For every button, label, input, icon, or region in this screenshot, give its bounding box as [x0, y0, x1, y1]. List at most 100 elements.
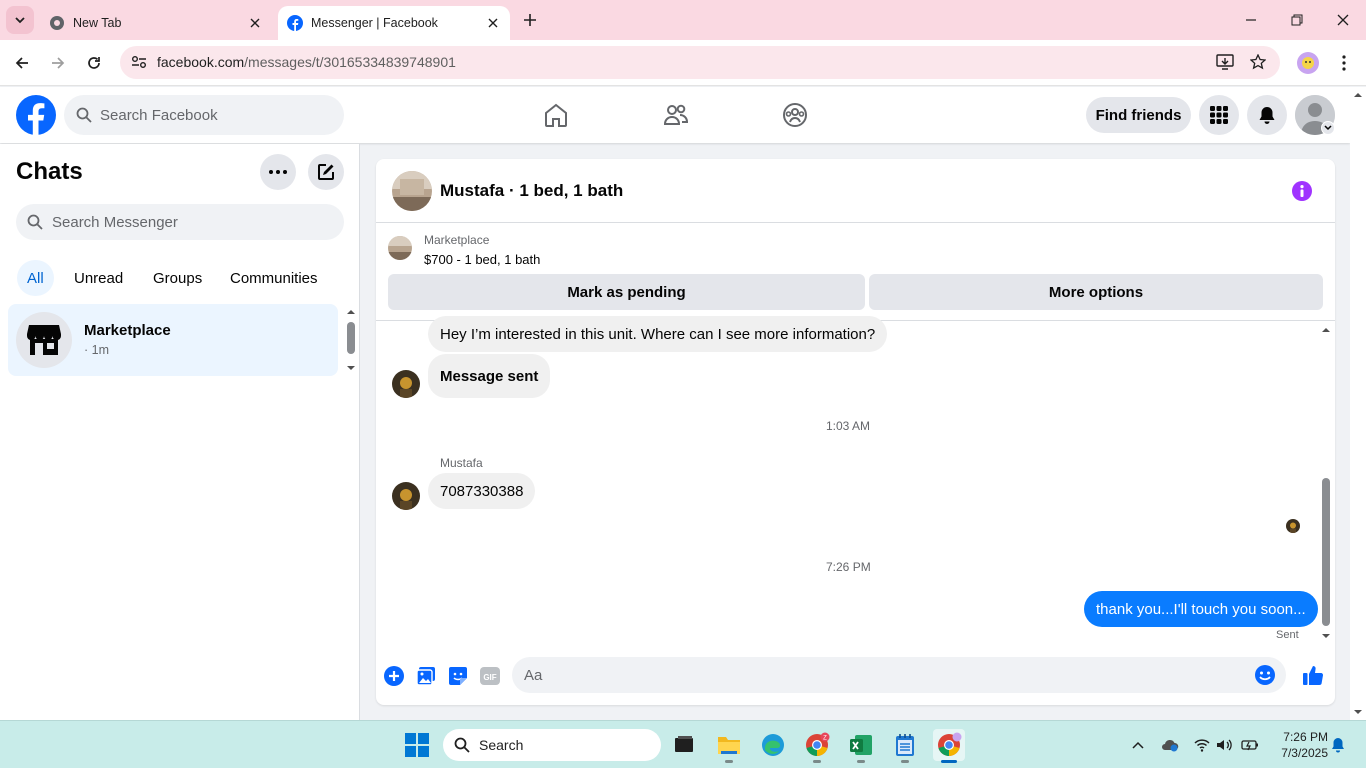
onedrive-tray-icon[interactable] [1160, 735, 1180, 755]
taskbar-search[interactable]: Search [443, 729, 661, 761]
filter-communities[interactable]: Communities [220, 260, 328, 296]
filter-groups[interactable]: Groups [143, 260, 212, 296]
conversation-title[interactable]: Mustafa · 1 bed, 1 bath [440, 181, 623, 201]
conversation-avatar[interactable] [392, 171, 432, 211]
show-hidden-icons-button[interactable] [1128, 735, 1148, 755]
taskbar-app-excel[interactable] [845, 729, 877, 763]
home-nav-button[interactable] [542, 101, 570, 129]
user-photo-icon [1286, 519, 1300, 533]
taskbar-app-task-view[interactable] [668, 729, 700, 761]
new-message-button[interactable] [308, 154, 344, 190]
windows-start-icon[interactable] [405, 733, 429, 757]
info-icon [1300, 185, 1304, 197]
conversation-info-button[interactable] [1292, 181, 1312, 201]
battery-tray-icon[interactable] [1240, 735, 1260, 755]
install-app-icon[interactable] [1214, 51, 1236, 73]
filter-unread[interactable]: Unread [64, 260, 133, 296]
plus-circle-icon [384, 666, 404, 686]
facebook-search[interactable] [64, 95, 344, 135]
taskbar-app-chrome-profile[interactable]: Z [801, 729, 833, 763]
reload-button[interactable] [82, 51, 106, 75]
speaker-icon [1217, 739, 1232, 751]
site-info-icon[interactable] [128, 51, 150, 73]
chats-sidebar: Chats All Unread Groups Communities Mark… [0, 144, 360, 720]
windows-taskbar: Search Z 7:26 PM 7/3/2025 [0, 720, 1366, 768]
notifications-button[interactable] [1247, 95, 1287, 135]
message-bubble[interactable]: 7087330388 [428, 473, 536, 509]
taskbar-app-notepad[interactable] [889, 729, 921, 763]
more-options-button[interactable]: More options [869, 274, 1323, 310]
scroll-thumb[interactable] [1322, 478, 1330, 626]
message-bubble[interactable]: Hey I’m interested in this unit. Where c… [428, 316, 888, 352]
filter-all[interactable]: All [17, 260, 54, 296]
message-list-scrollbar[interactable] [1319, 322, 1333, 650]
taskbar-app-chrome-active[interactable] [933, 729, 965, 763]
bookmark-star-icon[interactable] [1247, 51, 1269, 73]
friends-icon [663, 104, 689, 125]
taskbar-app-edge[interactable] [757, 729, 789, 761]
arrow-right-icon [52, 57, 65, 69]
listing-thumbnail[interactable] [388, 236, 412, 260]
volume-tray-icon[interactable] [1214, 735, 1234, 755]
sender-avatar[interactable] [392, 482, 420, 510]
close-window-button[interactable] [1331, 8, 1355, 32]
more-actions-button[interactable] [383, 665, 405, 687]
attach-media-button[interactable] [415, 665, 437, 687]
menu-button[interactable] [1199, 95, 1239, 135]
profile-avatar-icon[interactable] [1297, 52, 1319, 74]
close-tab-icon[interactable] [484, 14, 502, 32]
restore-button[interactable] [1285, 8, 1309, 32]
reload-icon [88, 57, 100, 69]
find-friends-button[interactable]: Find friends [1086, 97, 1191, 133]
taskbar-clock[interactable]: 7:26 PM 7/3/2025 [1268, 729, 1328, 761]
facebook-search-input[interactable] [100, 95, 336, 135]
close-tab-icon[interactable] [246, 14, 264, 32]
message-input-box[interactable] [512, 657, 1286, 693]
messenger-search-input[interactable] [52, 204, 332, 240]
edge-icon [762, 734, 784, 756]
facebook-logo-icon[interactable] [16, 95, 56, 135]
wifi-tray-icon[interactable] [1192, 735, 1212, 755]
friends-nav-button[interactable] [662, 101, 690, 129]
chat-list-scrollbar[interactable] [345, 306, 357, 374]
chevron-down-icon [15, 17, 25, 24]
message-composer: GIF [376, 651, 1335, 705]
gif-button[interactable]: GIF [479, 665, 501, 687]
tab-new-tab[interactable]: New Tab [40, 6, 272, 40]
conversation-header: Mustafa · 1 bed, 1 bath [376, 159, 1335, 223]
notepad-icon [896, 734, 914, 756]
chat-item-marketplace[interactable]: Marketplace · 1m [8, 304, 338, 376]
chat-options-button[interactable] [260, 154, 296, 190]
sticker-button[interactable] [447, 665, 469, 687]
mark-as-pending-button[interactable]: Mark as pending [388, 274, 865, 310]
taskbar-app-file-explorer[interactable] [713, 729, 745, 763]
message-bubble[interactable]: Message sent [428, 354, 551, 398]
clock-date: 7/3/2025 [1281, 746, 1328, 760]
groups-nav-button[interactable] [781, 101, 809, 129]
new-tab-button[interactable] [518, 8, 542, 32]
account-chevron-icon[interactable] [1321, 121, 1335, 135]
listing-source: Marketplace [424, 233, 490, 247]
back-button[interactable] [10, 51, 34, 75]
tab-messenger[interactable]: Messenger | Facebook [278, 6, 510, 40]
listing-title[interactable]: $700 - 1 bed, 1 bath [424, 252, 540, 267]
chevron-up-icon [1132, 741, 1144, 749]
like-send-button[interactable] [1301, 663, 1325, 687]
thumbs-up-icon [1303, 666, 1324, 685]
forward-button[interactable] [46, 51, 70, 75]
address-bar[interactable]: facebook.com/messages/t/3016533483974890… [120, 46, 1280, 79]
message-input[interactable] [524, 657, 1244, 693]
browser-tab-strip: New Tab Messenger | Facebook [0, 0, 1366, 40]
minimize-button[interactable] [1239, 8, 1263, 32]
notification-center-button[interactable] [1328, 735, 1348, 755]
excel-icon [850, 735, 872, 755]
messenger-search[interactable] [16, 204, 344, 240]
emoji-button[interactable] [1254, 664, 1276, 686]
scroll-thumb[interactable] [347, 322, 355, 354]
page-scrollbar[interactable] [1350, 87, 1366, 720]
browser-menu-icon[interactable] [1334, 52, 1354, 74]
outgoing-message-bubble[interactable]: thank you...I'll touch you soon... [1084, 591, 1318, 627]
close-icon [1337, 14, 1349, 26]
tab-search-button[interactable] [6, 6, 34, 34]
sender-avatar[interactable] [392, 370, 420, 398]
